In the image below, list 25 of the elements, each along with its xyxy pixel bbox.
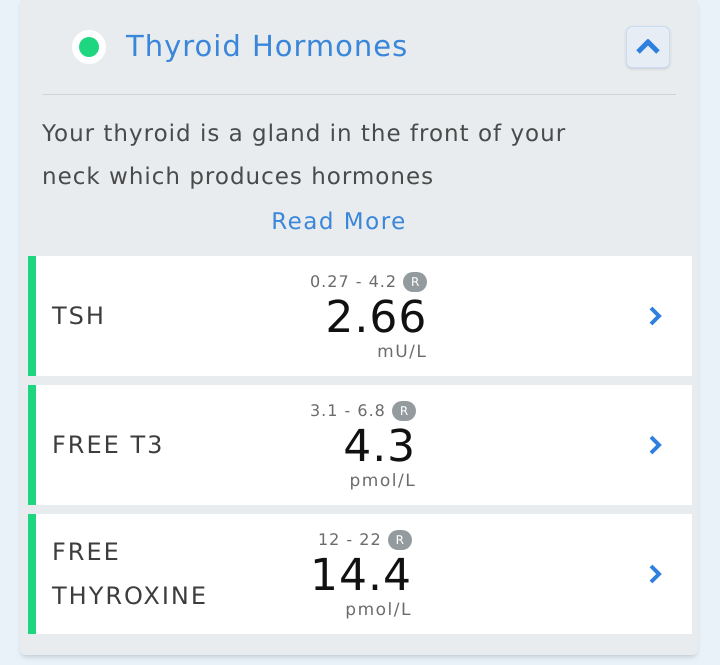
section-title: Thyroid Hormones xyxy=(126,28,410,66)
result-value: 2.66 xyxy=(325,294,428,342)
range-badge: R xyxy=(388,530,412,550)
chevron-right-icon xyxy=(648,562,662,584)
reference-range: 12 - 22 xyxy=(318,528,382,550)
result-row[interactable]: TSH 0.27 - 4.2 R 2.66 mU/L xyxy=(28,256,692,376)
chevron-right-icon xyxy=(648,304,662,326)
result-row[interactable]: FREE THYROXINE 12 - 22 R 14.4 pmol/L xyxy=(28,514,692,634)
chevron-right-icon xyxy=(648,434,662,456)
result-unit: pmol/L xyxy=(350,470,416,490)
test-name: TSH xyxy=(51,300,107,332)
result-row[interactable]: FREE T3 3.1 - 6.8 R 4.3 pmol/L xyxy=(28,384,692,504)
range-badge: R xyxy=(403,272,428,292)
caret-icon xyxy=(635,39,661,55)
result-unit: mU/L xyxy=(377,342,428,362)
result-value: 4.3 xyxy=(343,422,416,470)
test-name: FREE T3 xyxy=(51,430,166,460)
reference-range: 3.1 - 6.8 xyxy=(310,400,386,422)
test-name: FREE THYROXINE xyxy=(51,536,210,612)
reference-range: 0.27 - 4.2 xyxy=(310,270,398,292)
range-badge: R xyxy=(392,400,416,420)
result-value: 14.4 xyxy=(310,552,412,600)
collapse-button[interactable] xyxy=(626,26,670,68)
result-unit: pmol/L xyxy=(345,600,412,620)
description-text: Your thyroid is a gland in the front of your neck which produces hormones xyxy=(42,120,568,192)
